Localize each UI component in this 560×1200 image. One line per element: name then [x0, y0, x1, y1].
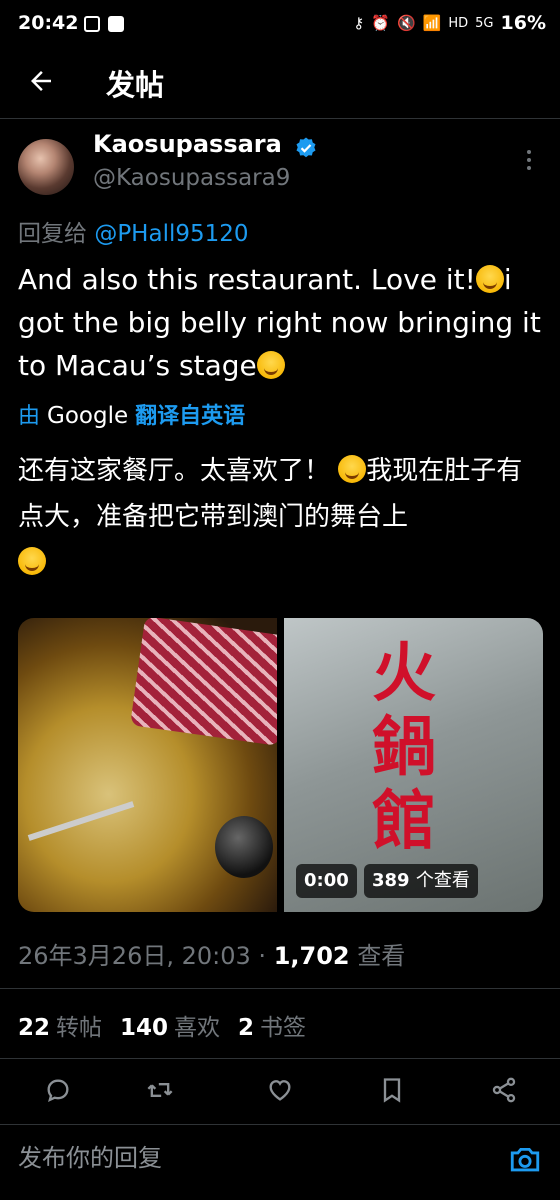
tears-of-joy-emoji-icon [256, 351, 285, 379]
engagement-stats: 22 转帖 140 喜欢 2 书签 [18, 1008, 306, 1042]
page-title: 发帖 [106, 68, 165, 102]
likes-stat[interactable]: 140 喜欢 [120, 1008, 220, 1042]
tears-of-joy-emoji-icon [18, 547, 46, 575]
reposts-stat[interactable]: 22 转帖 [18, 1008, 102, 1042]
back-arrow-icon[interactable] [26, 66, 56, 96]
repost-icon[interactable] [146, 1076, 174, 1104]
avatar[interactable] [18, 139, 74, 195]
more-icon[interactable] [524, 150, 534, 174]
like-icon[interactable] [266, 1076, 294, 1104]
check-notification-icon [108, 16, 124, 32]
translate-link[interactable]: 翻译自英语 [135, 404, 245, 429]
reply-prefix: 回复给 [18, 221, 87, 247]
video-views: 389 个查看 [364, 864, 478, 898]
author-handle[interactable]: @Kaosupassara9 [93, 165, 290, 191]
tweet-meta: 26年3月26日, 20:03 · 1,702 查看 [18, 942, 406, 970]
gallery-notification-icon [84, 16, 100, 32]
restaurant-video[interactable]: 火 鍋 館 0:00 389 个查看 [284, 618, 543, 912]
timestamp: 26年3月26日, 20:03 [18, 942, 251, 970]
action-bar [0, 1068, 560, 1112]
tweet-text: And also this restaurant. Love it! i got … [18, 263, 541, 382]
camera-icon[interactable] [508, 1143, 542, 1177]
author-name[interactable]: Kaosupassara [93, 130, 282, 158]
translated-text: 还有这家餐厅。太喜欢了！ 我现在肚子有点大，准备把它带到澳门的舞台上 [18, 448, 543, 586]
reply-to-line: 回复给 @PHall95120 [18, 214, 249, 248]
bookmarks-stat[interactable]: 2 书签 [238, 1008, 306, 1042]
battery-level: 16% [500, 12, 546, 34]
yum-emoji-icon [338, 455, 367, 483]
key-icon: ⚷ [353, 14, 365, 32]
status-time: 20:42 [18, 12, 79, 34]
network-label: 5G [475, 15, 494, 31]
views-count: 1,702 [273, 942, 350, 970]
yum-emoji-icon [475, 265, 504, 293]
reply-mention-link[interactable]: @PHall95120 [94, 221, 248, 247]
hotpot-photo[interactable] [18, 618, 277, 912]
header-divider [0, 118, 560, 119]
video-duration: 0:00 [296, 864, 357, 898]
reply-input[interactable] [18, 1144, 478, 1172]
translation-attribution[interactable]: 由 Google 翻译自英语 [18, 398, 245, 430]
status-bar: 20:42 ⚷ ⏰ 🔇 📶 HD 5G 16% [0, 0, 560, 52]
wifi-icon: 📶 [422, 14, 442, 32]
share-icon[interactable] [490, 1076, 518, 1104]
media-grid: 火 鍋 館 0:00 389 个查看 [18, 618, 543, 912]
alarm-icon: ⏰ [371, 14, 390, 32]
hd-label: HD [448, 15, 469, 31]
google-logo: Google [47, 403, 129, 429]
mute-icon: 🔇 [396, 14, 416, 32]
reply-icon[interactable] [44, 1076, 72, 1104]
bookmark-icon[interactable] [378, 1076, 406, 1104]
verified-badge-icon [296, 137, 316, 158]
views-label: 查看 [357, 942, 406, 970]
header: 发帖 [0, 52, 560, 118]
